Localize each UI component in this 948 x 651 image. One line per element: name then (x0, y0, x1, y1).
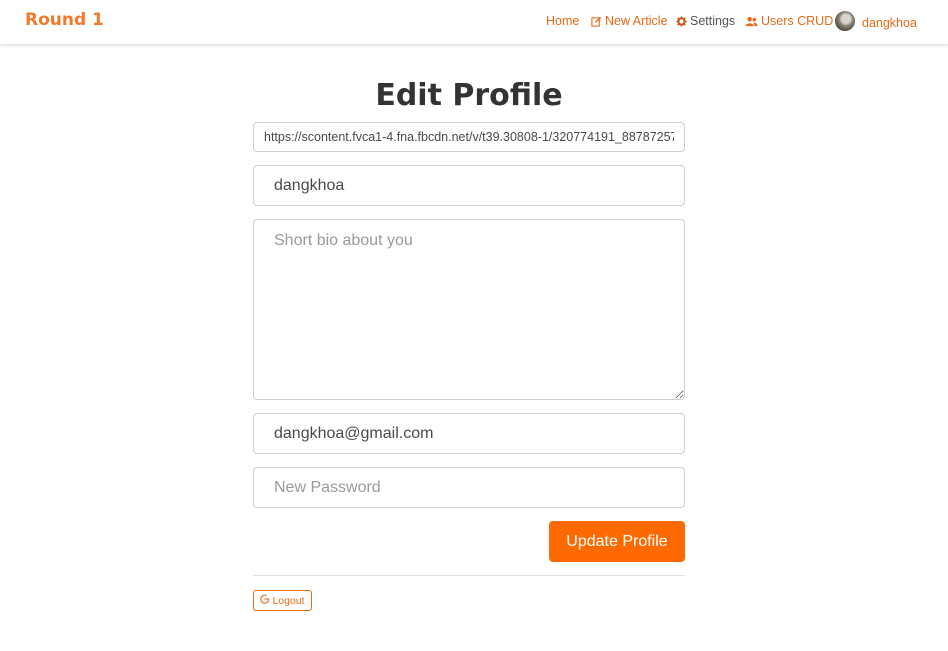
users-icon (745, 16, 758, 27)
nav-settings[interactable]: Settings (676, 14, 735, 28)
bio-textarea[interactable] (253, 219, 685, 400)
nav-profile-label: dangkhoa (862, 16, 917, 30)
nav-home[interactable]: Home (546, 14, 579, 28)
nav-home-label: Home (546, 14, 580, 28)
username-input[interactable] (253, 165, 685, 206)
nav-new-article-label: New Article (605, 14, 668, 28)
avatar (835, 11, 855, 31)
nav-settings-label: Settings (690, 14, 736, 28)
logout-label: Logout (272, 594, 305, 607)
navbar: Round 1 Home New Article Settings Users … (0, 0, 948, 44)
divider (253, 575, 685, 576)
nav-users-crud-label: Users CRUD (761, 14, 834, 28)
logout-button[interactable]: Logout (253, 590, 312, 611)
nav-profile[interactable]: dangkhoa (835, 11, 917, 32)
logout-icon (260, 594, 270, 607)
page-title: Edit Profile (375, 78, 563, 113)
nav-users-crud[interactable]: Users CRUD (745, 14, 833, 28)
gear-icon (676, 15, 687, 27)
new-password-input[interactable] (253, 467, 685, 508)
compose-icon (591, 16, 602, 27)
update-profile-button[interactable]: Update Profile (549, 521, 685, 562)
brand-logo[interactable]: Round 1 (25, 10, 104, 30)
nav-new-article[interactable]: New Article (591, 14, 668, 28)
email-input[interactable] (253, 413, 685, 454)
profile-image-url-input[interactable] (253, 122, 685, 152)
